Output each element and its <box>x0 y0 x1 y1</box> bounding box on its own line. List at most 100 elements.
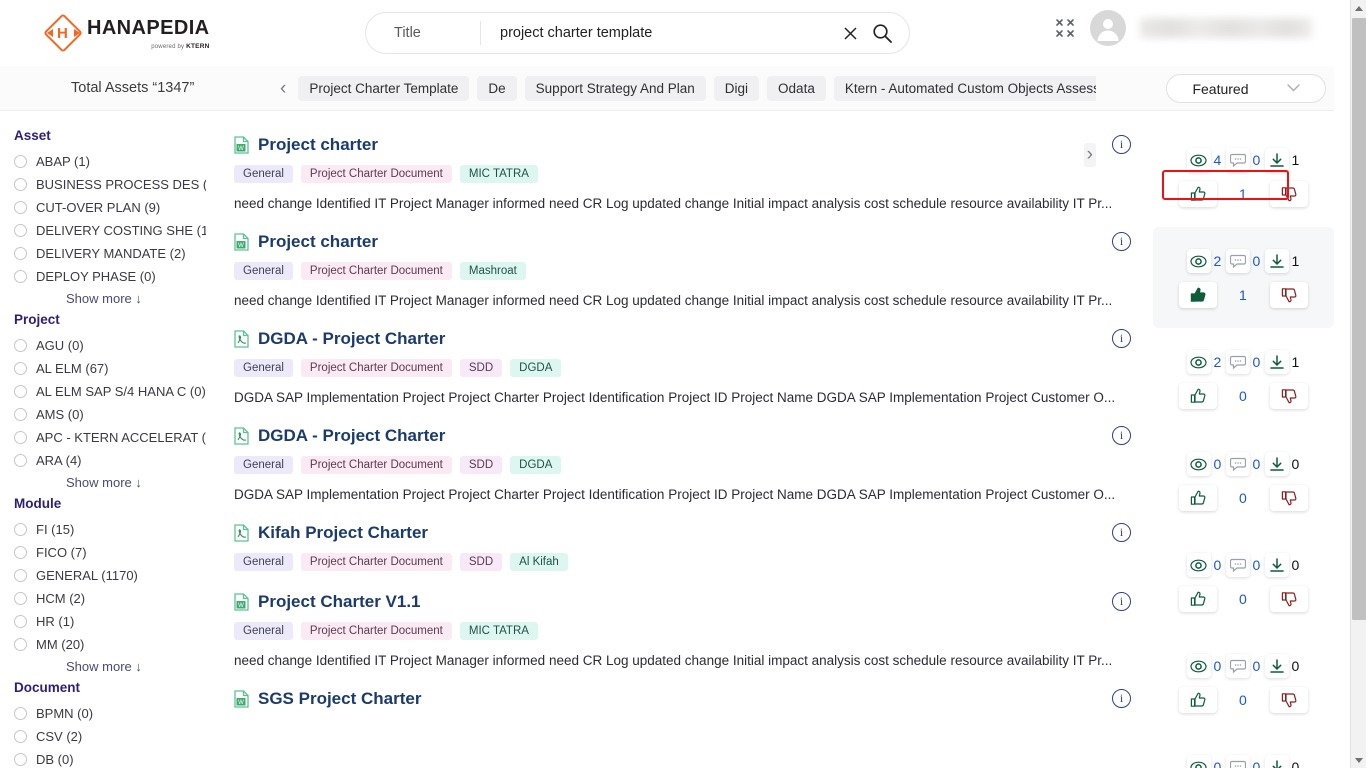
search-icon[interactable] <box>865 16 899 50</box>
filter-chip[interactable]: Support Strategy And Plan <box>524 76 706 101</box>
result-title-link[interactable]: DGDA - Project Charter <box>258 426 445 446</box>
radio-icon[interactable] <box>14 385 27 398</box>
result-tag[interactable]: Project Charter Document <box>300 359 452 377</box>
comment-icon[interactable] <box>1225 553 1250 577</box>
info-icon[interactable]: i <box>1112 135 1131 154</box>
result-tag[interactable]: Al Kifah <box>510 553 568 571</box>
thumbs-down-icon[interactable] <box>1270 687 1308 713</box>
result-tag[interactable]: General <box>234 456 293 474</box>
result-title-link[interactable]: Kifah Project Charter <box>258 523 428 543</box>
thumbs-down-icon[interactable] <box>1270 282 1308 308</box>
comment-icon[interactable] <box>1225 654 1250 678</box>
download-icon[interactable] <box>1264 148 1289 172</box>
facet-option[interactable]: BUSINESS PROCESS DES (5) <box>14 173 213 196</box>
radio-icon[interactable] <box>14 615 27 628</box>
views-icon[interactable] <box>1186 755 1211 768</box>
facet-option[interactable]: HR (1) <box>14 610 213 633</box>
radio-icon[interactable] <box>14 339 27 352</box>
facet-option[interactable]: AGU (0) <box>14 334 213 357</box>
info-icon[interactable]: i <box>1112 329 1131 348</box>
result-tag[interactable]: General <box>234 622 293 640</box>
download-icon[interactable] <box>1264 249 1289 273</box>
info-icon[interactable]: i <box>1112 523 1131 542</box>
radio-icon[interactable] <box>14 270 27 283</box>
result-tag[interactable]: Project Charter Document <box>300 456 452 474</box>
radio-icon[interactable] <box>14 362 27 375</box>
show-more-button[interactable]: Show more ↓ <box>66 659 213 674</box>
result-tag[interactable]: Mashroat <box>459 262 526 280</box>
radio-icon[interactable] <box>14 638 27 651</box>
result-title-link[interactable]: Project charter <box>258 135 378 155</box>
radio-icon[interactable] <box>14 224 27 237</box>
sort-dropdown[interactable]: Featured <box>1166 74 1326 103</box>
result-tag[interactable]: General <box>234 359 293 377</box>
facet-option[interactable]: GENERAL (1170) <box>14 564 213 587</box>
result-title-link[interactable]: SGS Project Charter <box>258 689 421 709</box>
facet-option[interactable]: AL ELM (67) <box>14 357 213 380</box>
radio-icon[interactable] <box>14 431 27 444</box>
facet-option[interactable]: ARA (4) <box>14 449 213 472</box>
download-icon[interactable] <box>1264 350 1289 374</box>
page-scrollbar[interactable] <box>1350 0 1366 768</box>
search-input[interactable] <box>481 25 837 41</box>
download-icon[interactable] <box>1264 452 1289 476</box>
radio-icon[interactable] <box>14 523 27 536</box>
radio-icon[interactable] <box>14 247 27 260</box>
thumbs-down-icon[interactable] <box>1270 383 1308 409</box>
facet-option[interactable]: APC - KTERN ACCELERAT (0) <box>14 426 213 449</box>
radio-icon[interactable] <box>14 408 27 421</box>
result-title-link[interactable]: Project charter <box>258 232 378 252</box>
result-tag[interactable]: SDD <box>459 456 503 474</box>
result-title-link[interactable]: Project Charter V1.1 <box>258 592 421 612</box>
download-icon[interactable] <box>1264 553 1289 577</box>
chip-rail-next-button[interactable]: › <box>1083 143 1096 167</box>
thumbs-up-icon[interactable] <box>1179 383 1217 409</box>
facet-option[interactable]: DEPLOY PHASE (0) <box>14 265 213 288</box>
radio-icon[interactable] <box>14 707 27 720</box>
views-icon[interactable] <box>1186 249 1211 273</box>
facet-option[interactable]: BPMN (0) <box>14 702 213 725</box>
hanapedia-logo[interactable]: H HANAPEDIA powered by KTERN <box>43 13 210 53</box>
result-tag[interactable]: Project Charter Document <box>300 165 452 183</box>
facet-option[interactable]: CSV (2) <box>14 725 213 748</box>
show-more-button[interactable]: Show more ↓ <box>66 475 213 490</box>
facet-option[interactable]: DELIVERY MANDATE (2) <box>14 242 213 265</box>
global-search-bar[interactable]: Title <box>365 12 910 54</box>
info-icon[interactable]: i <box>1112 592 1131 611</box>
thumbs-up-icon[interactable] <box>1179 181 1217 207</box>
result-tag[interactable]: MIC TATRA <box>459 622 538 640</box>
search-scope-label[interactable]: Title <box>366 21 481 45</box>
radio-icon[interactable] <box>14 569 27 582</box>
comment-icon[interactable] <box>1225 350 1250 374</box>
comment-icon[interactable] <box>1225 452 1250 476</box>
thumbs-up-icon[interactable] <box>1179 687 1217 713</box>
radio-icon[interactable] <box>14 454 27 467</box>
avatar[interactable] <box>1090 10 1126 46</box>
views-icon[interactable] <box>1186 350 1211 374</box>
scroll-down-button[interactable] <box>1351 752 1366 768</box>
radio-icon[interactable] <box>14 592 27 605</box>
result-tag[interactable]: SDD <box>459 553 503 571</box>
radio-icon[interactable] <box>14 730 27 743</box>
result-tag[interactable]: DGDA <box>510 456 562 474</box>
facet-option[interactable]: ABAP (1) <box>14 150 213 173</box>
download-icon[interactable] <box>1264 755 1289 768</box>
filter-chip[interactable]: Digi <box>713 76 760 101</box>
facet-option[interactable]: FICO (7) <box>14 541 213 564</box>
result-tag[interactable]: DGDA <box>510 359 562 377</box>
chip-rail-prev-button[interactable]: ‹ <box>276 79 290 98</box>
result-tag[interactable]: MIC TATRA <box>459 165 538 183</box>
scrollbar-thumb[interactable] <box>1352 18 1366 620</box>
result-title-link[interactable]: DGDA - Project Charter <box>258 329 445 349</box>
views-icon[interactable] <box>1186 148 1211 172</box>
thumbs-down-icon[interactable] <box>1270 586 1308 612</box>
show-more-button[interactable]: Show more ↓ <box>66 291 213 306</box>
radio-icon[interactable] <box>14 155 27 168</box>
facet-option[interactable]: DELIVERY COSTING SHE (1) <box>14 219 213 242</box>
result-tag[interactable]: General <box>234 262 293 280</box>
facet-option[interactable]: AMS (0) <box>14 403 213 426</box>
thumbs-down-icon[interactable] <box>1270 485 1308 511</box>
download-icon[interactable] <box>1264 654 1289 678</box>
info-icon[interactable]: i <box>1112 426 1131 445</box>
radio-icon[interactable] <box>14 546 27 559</box>
